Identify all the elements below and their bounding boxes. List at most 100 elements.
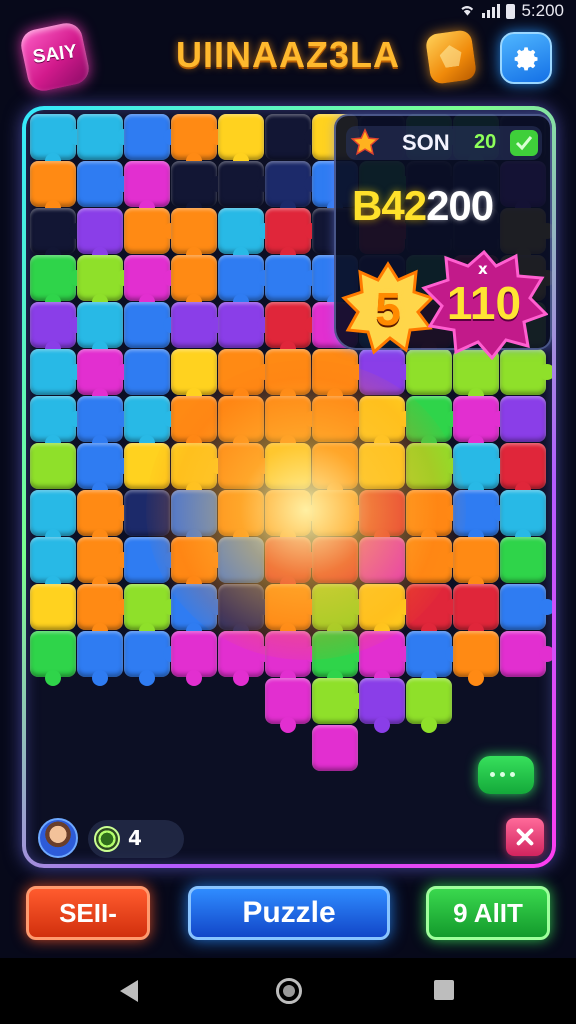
puzzle-piece[interactable] xyxy=(406,631,461,686)
puzzle-piece[interactable] xyxy=(124,537,179,583)
puzzle-piece[interactable] xyxy=(218,255,273,310)
puzzle-piece[interactable] xyxy=(218,114,264,169)
puzzle-piece[interactable] xyxy=(124,631,179,686)
puzzle-piece[interactable] xyxy=(312,725,358,771)
puzzle-piece[interactable] xyxy=(124,349,170,395)
settings-button[interactable] xyxy=(500,32,552,84)
puzzle-piece[interactable] xyxy=(265,631,320,686)
puzzle-piece[interactable] xyxy=(359,678,405,733)
puzzle-piece[interactable] xyxy=(265,584,320,639)
puzzle-piece[interactable] xyxy=(171,161,226,216)
puzzle-piece[interactable] xyxy=(30,161,76,216)
puzzle-piece[interactable] xyxy=(30,631,76,686)
puzzle-piece[interactable] xyxy=(500,537,546,583)
puzzle-piece[interactable] xyxy=(171,255,217,310)
puzzle-piece[interactable] xyxy=(265,255,320,301)
puzzle-piece[interactable] xyxy=(312,443,358,498)
puzzle-piece[interactable] xyxy=(500,490,546,545)
alt-button[interactable]: 9 AlIT xyxy=(426,886,550,940)
puzzle-piece[interactable] xyxy=(77,255,132,310)
puzzle-piece[interactable] xyxy=(359,631,414,686)
home-icon[interactable] xyxy=(276,978,302,1004)
puzzle-piece[interactable] xyxy=(124,490,170,536)
puzzle-piece[interactable] xyxy=(77,490,132,545)
puzzle-piece[interactable] xyxy=(453,443,508,498)
puzzle-piece[interactable] xyxy=(171,302,226,348)
puzzle-piece[interactable] xyxy=(265,537,320,592)
puzzle-piece[interactable] xyxy=(359,537,405,583)
puzzle-piece[interactable] xyxy=(30,537,76,592)
puzzle-piece[interactable] xyxy=(218,537,264,583)
puzzle-piece[interactable] xyxy=(500,443,546,498)
puzzle-piece[interactable] xyxy=(77,349,132,404)
puzzle-piece[interactable] xyxy=(30,349,85,395)
puzzle-piece[interactable] xyxy=(77,584,132,639)
puzzle-piece[interactable] xyxy=(453,396,508,451)
chat-bubble-button[interactable] xyxy=(478,756,534,794)
puzzle-piece[interactable] xyxy=(265,161,320,216)
puzzle-piece[interactable] xyxy=(500,631,552,677)
puzzle-piece[interactable] xyxy=(312,678,367,724)
puzzle-piece[interactable] xyxy=(265,443,311,489)
puzzle-piece[interactable] xyxy=(171,490,217,545)
puzzle-piece[interactable] xyxy=(77,302,123,357)
puzzle-piece[interactable] xyxy=(218,490,264,545)
puzzle-piece[interactable] xyxy=(406,490,461,545)
puzzle-piece[interactable] xyxy=(406,678,452,733)
puzzle-piece[interactable] xyxy=(265,114,320,160)
puzzle-piece[interactable] xyxy=(218,584,273,639)
puzzle-piece[interactable] xyxy=(77,208,123,263)
puzzle-piece[interactable] xyxy=(453,631,499,686)
back-icon[interactable] xyxy=(120,980,138,1002)
puzzle-piece[interactable] xyxy=(124,443,170,489)
puzzle-piece[interactable] xyxy=(30,255,85,310)
puzzle-piece[interactable] xyxy=(124,302,179,348)
puzzle-piece[interactable] xyxy=(406,396,461,451)
puzzle-piece[interactable] xyxy=(77,631,123,686)
puzzle-piece[interactable] xyxy=(406,584,461,639)
puzzle-piece[interactable] xyxy=(265,208,320,263)
puzzle-piece[interactable] xyxy=(171,584,226,639)
logo-badge[interactable]: SAIY xyxy=(18,20,92,94)
puzzle-piece[interactable] xyxy=(359,490,405,545)
puzzle-piece[interactable] xyxy=(312,490,367,536)
puzzle-piece[interactable] xyxy=(124,584,179,639)
puzzle-piece[interactable] xyxy=(312,396,367,442)
puzzle-piece[interactable] xyxy=(265,490,320,545)
puzzle-piece[interactable] xyxy=(77,161,132,207)
puzzle-piece[interactable] xyxy=(171,396,217,451)
avatar[interactable] xyxy=(38,818,78,858)
puzzle-piece[interactable] xyxy=(218,208,273,263)
puzzle-piece[interactable] xyxy=(30,443,76,489)
puzzle-piece[interactable] xyxy=(453,537,499,592)
puzzle-piece[interactable] xyxy=(406,537,461,583)
puzzle-piece[interactable] xyxy=(30,584,76,630)
puzzle-piece[interactable] xyxy=(359,443,405,489)
puzzle-piece[interactable] xyxy=(453,490,508,545)
puzzle-piece[interactable] xyxy=(124,255,179,310)
gold-gem-icon[interactable] xyxy=(424,29,478,85)
puzzle-piece[interactable] xyxy=(218,161,273,207)
puzzle-piece[interactable] xyxy=(30,208,85,263)
puzzle-piece[interactable] xyxy=(30,396,85,451)
sell-button[interactable]: SEII- xyxy=(26,886,150,940)
puzzle-piece[interactable] xyxy=(171,443,226,498)
puzzle-piece[interactable] xyxy=(124,114,179,160)
puzzle-piece[interactable] xyxy=(500,396,546,442)
close-button[interactable] xyxy=(506,818,544,856)
puzzle-piece[interactable] xyxy=(312,584,367,639)
puzzle-piece[interactable] xyxy=(30,490,76,545)
check-icon[interactable] xyxy=(510,130,538,156)
puzzle-piece[interactable] xyxy=(265,349,311,404)
puzzle-piece[interactable] xyxy=(265,302,320,357)
puzzle-piece[interactable] xyxy=(218,349,273,404)
puzzle-piece[interactable] xyxy=(218,396,264,451)
puzzle-piece[interactable] xyxy=(77,396,132,451)
puzzle-piece[interactable] xyxy=(218,631,273,686)
puzzle-piece[interactable] xyxy=(171,114,226,169)
puzzle-piece[interactable] xyxy=(171,537,226,592)
puzzle-piece[interactable] xyxy=(265,678,311,733)
puzzle-piece[interactable] xyxy=(171,208,217,263)
puzzle-piece[interactable] xyxy=(171,349,217,404)
puzzle-piece[interactable] xyxy=(453,584,499,639)
